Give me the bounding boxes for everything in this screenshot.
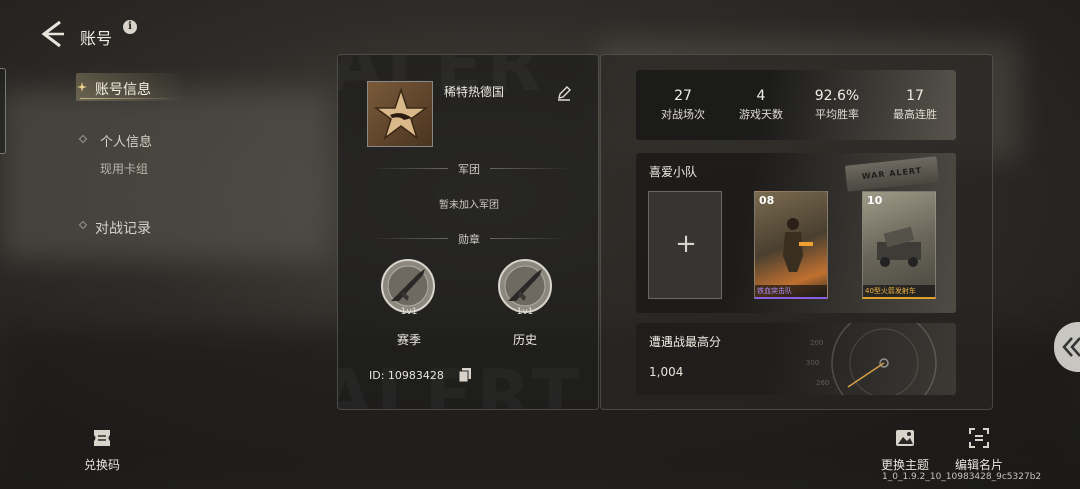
stat-label: 平均胜率 <box>815 108 859 121</box>
image-icon <box>896 430 914 446</box>
unit-card[interactable]: 10 40型火箭发射车 <box>862 191 936 299</box>
background-blur <box>0 90 330 260</box>
squad-title: 喜爱小队 <box>649 165 698 179</box>
medal-mode-label: 1v1 <box>516 307 534 317</box>
divider <box>490 238 570 239</box>
star-emblem-icon <box>373 87 429 141</box>
copy-id-button[interactable] <box>458 367 471 383</box>
add-squad-slot[interactable]: + <box>648 191 722 299</box>
plus-icon: + <box>675 229 697 259</box>
unit-card[interactable]: 08 铁血突击队 <box>754 191 828 299</box>
encounter-score-box: 遭遇战最高分 1,004 200 300 260 <box>636 323 956 395</box>
medal-name: 赛季 <box>396 333 421 347</box>
speed-gauge-icon: 200 300 260 <box>806 323 937 395</box>
svg-text:260: 260 <box>816 379 829 387</box>
legion-status: 暂未加入军团 <box>439 200 499 211</box>
sidebar-item-personal-info[interactable]: 个人信息 <box>100 131 152 150</box>
redeem-code-button[interactable]: 兑换码 <box>78 427 126 473</box>
legion-section-title: 军团 <box>458 163 480 176</box>
double-chevron-left-icon <box>1062 337 1080 357</box>
stat-value: 27 <box>674 88 692 104</box>
edit-name-button[interactable] <box>556 85 572 101</box>
stat-label: 对战场次 <box>661 108 705 121</box>
right-panel: 27 对战场次 4 游戏天数 92.6% 平均胜率 17 最高连胜 WAR AL… <box>600 54 993 410</box>
copy-icon <box>458 368 471 383</box>
medal-mode-label: 1v1 <box>400 307 418 317</box>
version-string: 1_0_1.9.2_10_10983428_9c5327b2 <box>882 472 1042 482</box>
favorite-squad-box: WAR ALERT 喜爱小队 + 08 铁血突击队 10 40型火箭发射车 <box>636 153 956 313</box>
watermark: ALERT <box>338 355 583 409</box>
stat-label: 最高连胜 <box>893 108 937 121</box>
left-edge-handle[interactable] <box>0 68 6 154</box>
sidebar-item-account-info[interactable]: 账号信息 <box>95 79 151 99</box>
soldier-icon <box>783 218 813 272</box>
unit-name: 40型火箭发射车 <box>863 285 935 297</box>
sidebar-item-battle-record[interactable]: 对战记录 <box>95 218 151 238</box>
medal-name: 历史 <box>512 333 537 347</box>
profile-card: ALER ALERT 稀特热德国 军团 暂未加入军团 勋章 1v1 赛季 <box>337 54 599 410</box>
change-theme-button[interactable]: 更换主题 <box>876 427 934 473</box>
edit-name-card-button[interactable]: 编辑名片 <box>950 427 1008 473</box>
ticket-icon <box>94 430 110 446</box>
medals-section-title: 勋章 <box>458 233 480 246</box>
stats-box: 27 对战场次 4 游戏天数 92.6% 平均胜率 17 最高连胜 <box>636 70 956 140</box>
back-arrow-icon <box>41 20 64 48</box>
unit-level: 10 <box>867 194 883 207</box>
pen-icon <box>558 86 571 101</box>
player-id: ID: 10983428 <box>369 369 444 382</box>
info-icon[interactable]: i <box>123 20 137 34</box>
redeem-code-label: 兑换码 <box>83 458 120 472</box>
stat-value: 4 <box>756 88 766 104</box>
stat-value: 17 <box>906 88 924 104</box>
player-name: 稀特热德国 <box>444 85 505 99</box>
change-theme-label: 更换主题 <box>880 458 929 472</box>
avatar[interactable] <box>367 81 433 147</box>
svg-text:300: 300 <box>806 359 819 367</box>
unit-level: 08 <box>759 194 775 207</box>
svg-text:200: 200 <box>810 339 823 347</box>
page-title: 账号 <box>80 29 113 48</box>
divider <box>490 168 570 169</box>
rocket-truck-icon <box>877 226 921 267</box>
score-value: 1,004 <box>649 365 684 379</box>
stat-label: 游戏天数 <box>739 108 783 121</box>
back-button[interactable] <box>36 18 68 50</box>
active-star-icon <box>77 82 87 92</box>
stat-winrate: 92.6% 平均胜率 <box>804 88 870 122</box>
unit-name: 铁血突击队 <box>755 285 827 297</box>
stat-value: 92.6% <box>814 88 860 104</box>
sidebar-item-current-deck[interactable]: 现用卡组 <box>100 160 148 177</box>
score-title: 遭遇战最高分 <box>649 335 722 349</box>
stat-streak: 17 最高连胜 <box>882 88 948 122</box>
war-alert-tag: WAR ALERT <box>844 156 940 192</box>
stat-battles: 27 对战场次 <box>650 88 716 122</box>
edit-name-card-label: 编辑名片 <box>954 458 1003 472</box>
scan-card-icon <box>969 428 989 448</box>
stat-days: 4 游戏天数 <box>728 88 794 122</box>
